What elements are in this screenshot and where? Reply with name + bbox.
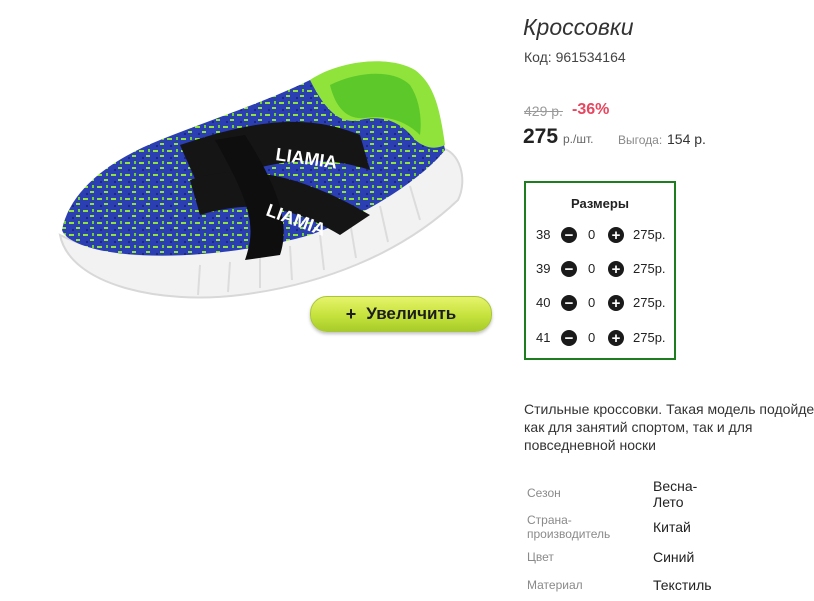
size-number: 40 <box>536 295 551 310</box>
minus-icon[interactable]: − <box>561 295 577 311</box>
sizes-panel: Размеры 38 − 0 + 275р. 39 − 0 + 275р. 40… <box>524 181 676 360</box>
quantity-value: 0 <box>588 261 596 276</box>
old-price: 429 р. <box>524 103 563 119</box>
zoom-button[interactable]: + Увеличить <box>310 296 492 332</box>
current-price: 275 <box>523 125 559 148</box>
size-price: 275р. <box>633 330 666 345</box>
quantity-value: 0 <box>588 227 596 242</box>
minus-icon[interactable]: − <box>561 261 577 277</box>
saving-value: 154 р. <box>667 131 706 147</box>
spec-label: Страна- производитель <box>527 513 611 541</box>
size-row: 38 − 0 + 275р. <box>536 225 672 245</box>
spec-value: Синий <box>653 549 695 565</box>
size-number: 41 <box>536 330 551 345</box>
saving-label: Выгода: <box>618 133 663 147</box>
quantity-value: 0 <box>588 295 596 310</box>
size-number: 38 <box>536 227 551 242</box>
spec-label: Цвет <box>527 550 554 564</box>
price-unit: р./шт. <box>563 132 594 146</box>
size-number: 39 <box>536 261 551 276</box>
plus-icon[interactable]: + <box>608 227 624 243</box>
product-description: Стильные кроссовки. Такая модель подойде… <box>524 401 814 453</box>
sizes-title: Размеры <box>571 196 629 211</box>
discount-badge: -36% <box>572 101 610 118</box>
product-image[interactable]: LIAMIA LIAMIA <box>40 40 480 330</box>
plus-icon[interactable]: + <box>608 261 624 277</box>
quantity-value: 0 <box>588 330 596 345</box>
spec-value: Текстиль <box>653 577 712 593</box>
product-sku: Код: 961534164 <box>524 49 626 65</box>
plus-icon[interactable]: + <box>608 295 624 311</box>
minus-icon[interactable]: − <box>561 330 577 346</box>
spec-label: Материал <box>527 578 583 592</box>
spec-value: Весна- Лето <box>653 478 698 510</box>
plus-icon[interactable]: + <box>608 330 624 346</box>
plus-icon: + <box>345 303 357 324</box>
product-title: Кроссовки <box>523 14 634 40</box>
size-price: 275р. <box>633 227 666 242</box>
spec-label: Сезон <box>527 486 561 500</box>
zoom-button-label: Увеличить <box>366 304 457 323</box>
size-price: 275р. <box>633 295 666 310</box>
size-price: 275р. <box>633 261 666 276</box>
size-row: 41 − 0 + 275р. <box>536 328 672 348</box>
sneaker-illustration: LIAMIA LIAMIA <box>58 61 464 299</box>
size-row: 39 − 0 + 275р. <box>536 259 672 279</box>
size-row: 40 − 0 + 275р. <box>536 293 672 313</box>
spec-value: Китай <box>653 519 691 535</box>
minus-icon[interactable]: − <box>561 227 577 243</box>
